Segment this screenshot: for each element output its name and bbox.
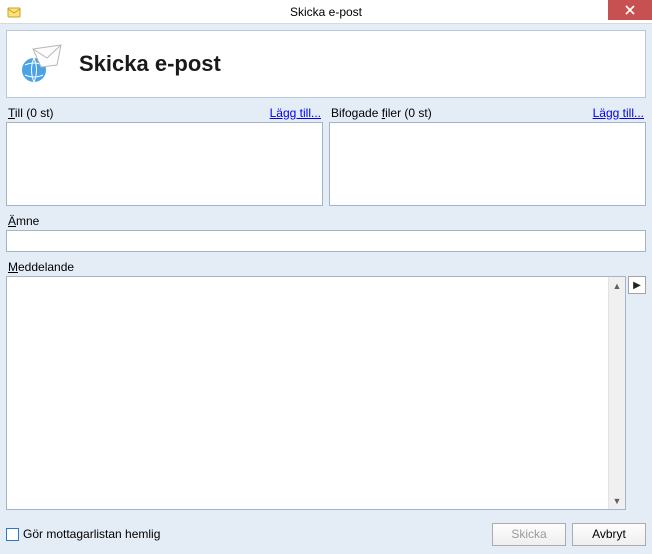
message-expand-button[interactable]: ▶ [628,276,646,294]
attachments-listbox[interactable] [329,122,646,206]
recipients-section: Till (0 st) Lägg till... [6,106,323,206]
checkbox-box-icon [6,528,19,541]
cancel-button[interactable]: Avbryt [572,523,646,546]
subject-label: Ämne [8,214,39,228]
header-panel: Skicka e-post [6,30,646,98]
message-textarea[interactable] [7,277,608,509]
titlebar: Skicka e-post [0,0,652,24]
footer: Gör mottagarlistan hemlig Skicka Avbryt [6,520,646,548]
recipients-listbox[interactable] [6,122,323,206]
message-box: ▲ ▼ [6,276,626,510]
header-title: Skicka e-post [79,51,221,77]
attachments-section: Bifogade filer (0 st) Lägg till... [329,106,646,206]
hide-recipients-checkbox[interactable]: Gör mottagarlistan hemlig [6,527,160,541]
mail-globe-icon [17,41,65,88]
recipients-add-link[interactable]: Lägg till... [270,106,321,120]
scroll-up-icon[interactable]: ▲ [609,277,625,294]
subject-section: Ämne [6,214,646,252]
close-button[interactable] [608,0,652,20]
app-icon [6,4,22,20]
subject-input[interactable] [6,230,646,252]
attachments-label: Bifogade filer (0 st) [331,106,432,120]
window-title: Skicka e-post [0,5,652,19]
hide-recipients-label: Gör mottagarlistan hemlig [23,527,160,541]
message-scrollbar[interactable]: ▲ ▼ [608,277,625,509]
message-label: Meddelande [8,260,74,274]
send-button[interactable]: Skicka [492,523,566,546]
message-section: Meddelande ▲ ▼ ▶ [6,260,646,510]
recipients-label: Till (0 st) [8,106,54,120]
scroll-down-icon[interactable]: ▼ [609,492,625,509]
dialog-content: Skicka e-post Till (0 st) Lägg till... B… [0,24,652,554]
attachments-add-link[interactable]: Lägg till... [593,106,644,120]
